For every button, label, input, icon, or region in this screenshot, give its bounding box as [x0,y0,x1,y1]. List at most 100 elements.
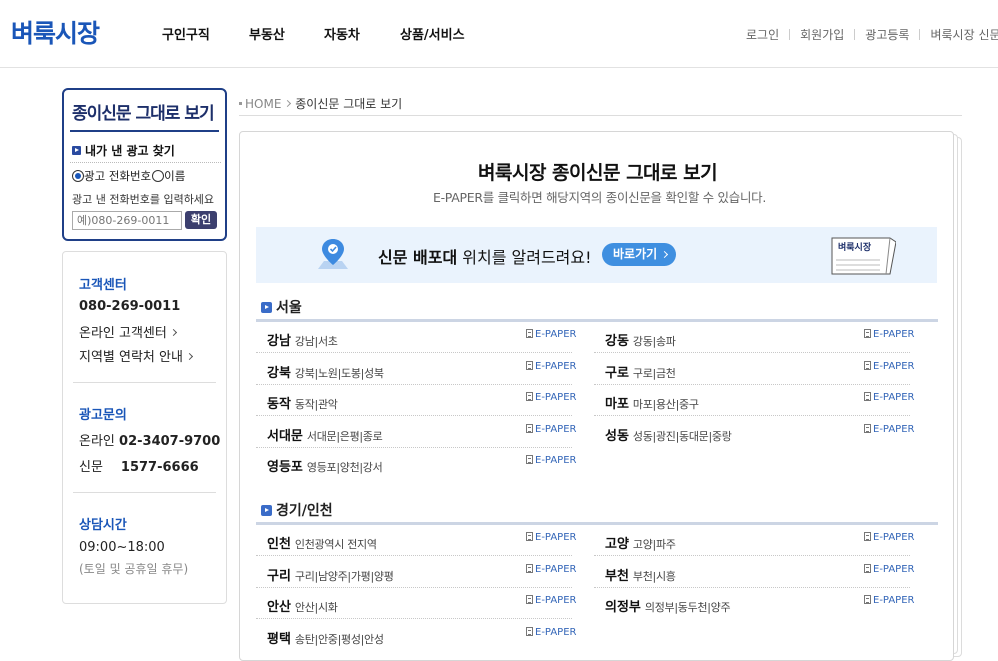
breadcrumb-home[interactable]: HOME [245,97,281,111]
region-name[interactable]: 부천 부천|시흥 [605,565,676,584]
region-name[interactable]: 평택 송탄|안중|평성|안성 [267,628,384,647]
radio-phone-label[interactable]: 광고 전화번호 [84,169,151,183]
nav-goods[interactable]: 상품/서비스 [400,24,465,43]
region-name[interactable]: 구리 구리|남양주|가평|양평 [267,565,394,584]
section-title: 서울 [276,300,302,316]
region-row: 강북 강북|노원|도봉|성북 E-PAPER [256,354,576,385]
region-name-label: 성동 [605,428,629,444]
banner-bold-text: 신문 배포대 [378,248,458,267]
title-underline [70,130,219,132]
epaper-link[interactable]: E-PAPER [526,455,576,466]
online-center-link[interactable]: 온라인 고객센터 [79,322,177,341]
nav-cars[interactable]: 자동차 [324,24,360,43]
map-pin-icon [318,239,348,269]
epaper-label: E-PAPER [535,423,577,435]
login-link[interactable]: 로그인 [746,26,779,43]
region-name[interactable]: 의정부 의정부|동두천|양주 [605,596,731,615]
go-button[interactable]: 바로가기 [602,243,676,266]
info-divider [73,492,216,493]
epaper-link[interactable]: E-PAPER [864,360,914,372]
document-icon [864,595,871,604]
region-name[interactable]: 동작 동작|관악 [267,393,338,412]
region-name[interactable]: 서대문 서대문|은평|종로 [267,425,383,444]
epaper-label: E-PAPER [873,532,915,543]
info-divider [73,382,216,383]
nav-realestate[interactable]: 부동산 [249,24,285,43]
region-row: 동작 동작|관악 E-PAPER [256,385,576,416]
epaper-link[interactable]: E-PAPER [526,423,577,435]
epaper-link[interactable]: E-PAPER [864,595,914,606]
region-name-label: 평택 [267,631,291,647]
epaper-link[interactable]: E-PAPER [526,595,576,606]
nav-jobs[interactable]: 구인구직 [162,24,210,43]
radio-name[interactable] [152,170,165,182]
region-subareas: 강남|서초 [294,335,338,348]
epaper-link[interactable]: E-PAPER [526,329,576,340]
site-logo[interactable]: 벼룩시장 [11,14,100,50]
document-icon [526,595,533,604]
regional-contacts-label: 지역별 연락처 안내 [79,350,183,365]
region-name-label: 인천 [267,537,291,552]
region-row: 고양 고양|파주 E-PAPER [594,525,914,556]
document-icon [526,360,533,370]
epaper-label: E-PAPER [873,595,915,606]
document-icon [864,329,871,338]
epaper-link[interactable]: E-PAPER [864,329,914,340]
radio-phone[interactable] [72,170,84,182]
online-center-label: 온라인 고객센터 [79,326,167,341]
section-heading: 서울 [261,297,302,317]
section-title: 경기/인천 [276,503,333,519]
chevron-right-icon [169,328,177,337]
util-divider [854,29,856,40]
region-subareas: 부천|시흥 [632,569,676,583]
confirm-button[interactable]: 확인 [185,211,217,229]
epaper-link[interactable]: E-PAPER [526,392,576,403]
page-title: 벼룩시장 종이신문 그대로 보기 [478,162,718,184]
distribution-banner[interactable]: 신문 배포대 위치를 알려드려요! 바로가기 벼룩시장 [256,227,937,283]
phone-input[interactable] [72,211,182,230]
epaper-link[interactable]: E-PAPER [526,360,576,372]
util-menu: 로그인 회원가입 광고등록 벼룩시장 신문보기 [746,26,998,43]
region-name[interactable]: 안산 안산|시화 [267,596,338,615]
region-name[interactable]: 구로 구로|금천 [605,362,676,381]
util-divider [919,29,921,40]
epaper-link[interactable]: E-PAPER [864,563,914,575]
region-name[interactable]: 강동 강동|송파 [605,330,676,349]
region-name[interactable]: 강북 강북|노원|도봉|성북 [267,362,384,381]
document-icon [526,455,533,464]
region-subareas: 인천광역시 전지역 [294,538,377,551]
epaper-link[interactable]: E-PAPER [864,423,914,435]
radio-name-label[interactable]: 이름 [164,169,185,183]
region-name[interactable]: 강남 강남|서초 [267,330,338,349]
regional-contacts-link[interactable]: 지역별 연락처 안내 [79,346,193,365]
epaper-label: E-PAPER [873,392,915,403]
region-name[interactable]: 영등포 영등포|양천|강서 [267,456,383,475]
epaper-link[interactable]: E-PAPER [864,392,914,403]
region-name[interactable]: 성동 성동|광진|동대문|중랑 [605,425,732,444]
region-subareas: 강동|송파 [632,335,676,348]
util-divider [789,29,791,40]
epaper-link[interactable]: E-PAPER [526,626,576,638]
document-icon [526,563,533,573]
epaper-link[interactable]: E-PAPER [526,532,576,543]
signup-link[interactable]: 회원가입 [800,26,844,43]
region-row: 강동 강동|송파 E-PAPER [594,322,914,353]
banner-text: 신문 배포대 위치를 알려드려요! [378,244,592,268]
hours-title: 상담시간 [79,518,127,533]
document-icon [864,360,871,370]
document-icon [864,563,871,573]
epaper-link[interactable]: E-PAPER [864,532,914,543]
region-subareas: 마포|용산|중구 [632,398,699,411]
hours-time: 09:00~18:00 [79,540,165,555]
epaper-link[interactable]: E-PAPER [526,563,576,575]
region-name[interactable]: 고양 고양|파주 [605,533,676,552]
region-name[interactable]: 마포 마포|용산|중구 [605,393,699,412]
region-subareas: 고양|파주 [632,538,676,551]
ad-paper-label: 신문 [79,460,103,475]
region-subareas: 구리|남양주|가평|양평 [294,569,394,583]
ad-register-link[interactable]: 광고등록 [865,26,909,43]
newspaper-view-link[interactable]: 벼룩시장 신문보기 [930,26,998,43]
bullet-icon [239,102,242,105]
region-name[interactable]: 인천 인천광역시 전지역 [267,533,377,552]
customer-phone: 080-269-0011 [79,299,181,314]
